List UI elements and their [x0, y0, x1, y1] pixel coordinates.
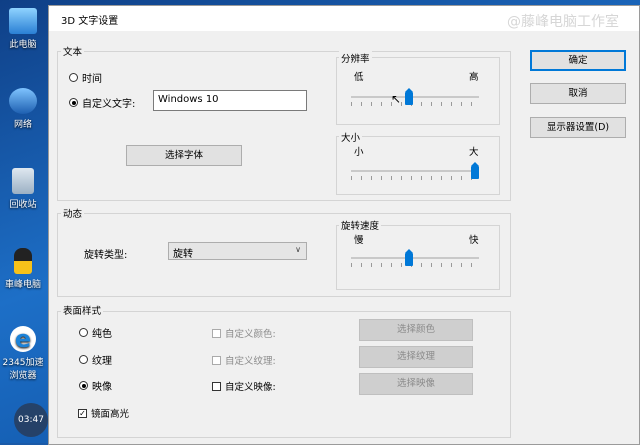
motion-group-label: 动态 [61, 206, 85, 220]
window-title: 3D 文字设置 [61, 16, 119, 27]
resolution-group [336, 57, 500, 125]
desktop-icon-browser[interactable]: e 2345加速浏览器 [0, 326, 46, 381]
size-slider-track[interactable] [351, 170, 479, 172]
desktop-icon-computer[interactable]: 此电脑 [0, 8, 46, 50]
resolution-slider-track[interactable] [351, 96, 479, 98]
desktop-icon-label: 2345加速浏览器 [2, 358, 44, 381]
radio-circle [69, 73, 78, 82]
resolution-low-label: 低 [354, 72, 364, 83]
custom-text-radio[interactable]: 自定义文字: [69, 95, 135, 110]
rotation-type-label: 旋转类型: [84, 250, 128, 261]
rotation-speed-slow-label: 慢 [354, 235, 364, 246]
reflection-label: 映像 [92, 382, 112, 393]
resolution-slider-thumb[interactable] [405, 88, 413, 105]
size-slider-thumb[interactable] [471, 162, 479, 179]
rotation-speed-group-label: 旋转速度 [339, 218, 382, 232]
custom-texture-checkbox[interactable]: 自定义纹理: [212, 353, 276, 367]
custom-text-radio-label: 自定义文字: [82, 99, 136, 110]
rotation-type-select[interactable]: 旋转 ∨ [168, 242, 307, 260]
custom-color-checkbox[interactable]: 自定义颜色: [212, 326, 276, 340]
desktop-icon-label: 网络 [13, 120, 32, 130]
surface-group-label: 表面样式 [61, 303, 104, 317]
custom-texture-label: 自定义纹理: [225, 356, 276, 367]
rotation-speed-slider-track[interactable] [351, 257, 479, 259]
time-radio[interactable]: 时间 [69, 70, 102, 85]
radio-circle [79, 381, 88, 390]
checkbox-box [212, 381, 221, 391]
custom-reflection-checkbox[interactable]: 自定义映像: [212, 379, 276, 393]
checkbox-box [212, 355, 221, 365]
network-icon [9, 88, 37, 114]
pick-color-button[interactable]: 选择颜色 [359, 319, 473, 341]
computer-icon [9, 8, 37, 34]
resolution-slider-ticks [351, 102, 479, 106]
pick-texture-button[interactable]: 选择纹理 [359, 346, 473, 368]
solid-color-label: 纯色 [92, 329, 112, 340]
mouse-cursor-icon: ↖ [391, 92, 402, 106]
title-bar[interactable]: 3D 文字设置 @藤峰电脑工作室 [49, 6, 639, 31]
resolution-group-label: 分辨率 [339, 51, 372, 65]
rotation-speed-fast-label: 快 [469, 235, 479, 246]
clock: 03:47 [14, 403, 48, 437]
size-large-label: 大 [469, 147, 479, 158]
cancel-button[interactable]: 取消 [530, 83, 626, 104]
custom-reflection-label: 自定义映像: [225, 382, 276, 393]
reflection-radio[interactable]: 映像 [79, 378, 112, 393]
pick-reflection-button[interactable]: 选择映像 [359, 373, 473, 395]
checkbox-box [212, 328, 221, 338]
custom-text-input[interactable]: Windows 10 [153, 90, 307, 111]
recycle-bin-icon [12, 168, 34, 194]
specular-label: 镜面高光 [91, 409, 130, 420]
size-group-label: 大小 [339, 130, 363, 144]
penguin-icon [14, 248, 32, 274]
chevron-down-icon: ∨ [295, 245, 301, 254]
custom-color-label: 自定义颜色: [225, 329, 276, 340]
time-radio-label: 时间 [82, 74, 102, 85]
desktop-icon-network[interactable]: 网络 [0, 88, 46, 130]
browser-icon: e [10, 326, 36, 352]
select-font-button[interactable]: 选择字体 [126, 145, 242, 166]
watermark: @藤峰电脑工作室 [507, 14, 619, 30]
checkbox-box: ✓ [78, 408, 87, 418]
settings-dialog: 3D 文字设置 @藤峰电脑工作室 文本 时间 自定义文字: Windows 10… [48, 5, 640, 445]
rotation-speed-slider-thumb[interactable] [405, 249, 413, 266]
desktop-icon-label: 車峰电脑 [4, 280, 41, 290]
display-settings-button[interactable]: 显示器设置(D) [530, 117, 626, 138]
resolution-high-label: 高 [469, 72, 479, 83]
size-slider-ticks [351, 176, 479, 180]
desktop-icon-penguin[interactable]: 車峰电脑 [0, 248, 46, 290]
specular-checkbox[interactable]: ✓ 镜面高光 [78, 406, 129, 420]
texture-label: 纹理 [92, 356, 112, 367]
text-group-label: 文本 [61, 44, 85, 58]
radio-circle [69, 98, 78, 107]
desktop-icon-label: 回收站 [9, 200, 37, 210]
radio-circle [79, 355, 88, 364]
size-small-label: 小 [354, 147, 364, 158]
rotation-type-value: 旋转 [173, 249, 193, 260]
radio-circle [79, 328, 88, 337]
desktop-icon-recycle-bin[interactable]: 回收站 [0, 168, 46, 210]
rotation-speed-slider-ticks [351, 263, 479, 267]
solid-color-radio[interactable]: 纯色 [79, 325, 112, 340]
texture-radio[interactable]: 纹理 [79, 352, 112, 367]
ok-button[interactable]: 确定 [530, 50, 626, 71]
desktop-icon-label: 此电脑 [9, 40, 37, 50]
